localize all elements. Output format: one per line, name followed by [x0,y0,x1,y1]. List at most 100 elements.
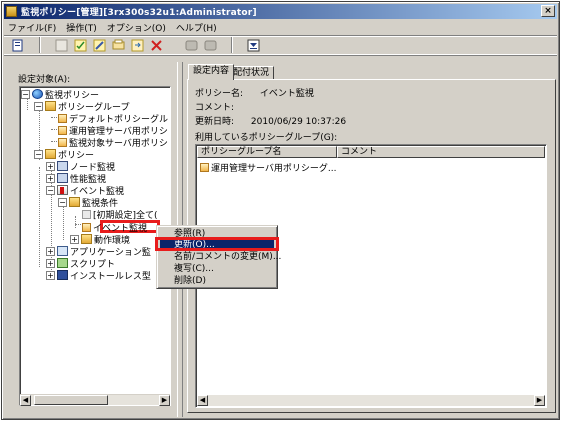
menu-options[interactable]: オプション(O) [107,21,166,34]
document-icon [82,222,91,232]
install-icon [57,270,68,280]
tree-item-default-policy-group[interactable]: デフォルトポリシーグル [58,112,168,125]
toolbar [4,35,557,55]
scroll-left-icon[interactable]: ◀ [20,394,31,406]
tree-item-installless[interactable]: + インストールレス型 [46,269,151,282]
tree-item-script[interactable]: + スクリプト [46,257,115,270]
tree-item-event-monitor-condition[interactable]: イベント監視 [82,221,148,234]
document-icon [58,137,67,147]
tree-item-application-monitor[interactable]: + アプリケーション監 [46,245,151,258]
delete-icon[interactable] [148,37,164,53]
list-horizontal-scrollbar[interactable]: ◀ ▶ [197,395,545,406]
context-menu: 参照(R) 更新(O)... 名前/コメントの変更(M)... 複写(C)...… [156,225,281,289]
expand-icon[interactable]: + [46,173,55,183]
monitor-icon [57,161,68,171]
column-group-name[interactable]: ポリシーグループ名 [197,146,337,158]
policy-group-icon [200,163,209,172]
menu-item-copy[interactable]: 複写(C)... [160,264,274,274]
policy-name-value: イベント監視 [259,89,314,99]
application-icon [57,246,68,256]
tree-item-target-server-policy[interactable]: 監視対象サーバ用ポリシ [58,136,168,149]
scroll-thumb[interactable] [34,395,108,405]
tree-item-monitor-conditions[interactable]: − 監視条件 [58,196,118,209]
expand-icon[interactable]: + [70,234,79,244]
tree-item-label: インストールレス型 [70,271,151,282]
tree-item-mgmt-server-policy[interactable]: 運用管理サーバ用ポリシ [58,124,168,137]
column-comment[interactable]: コメント [337,146,545,158]
list-item[interactable]: 運用管理サーバ用ポリシーグ... [200,161,337,174]
menu-help[interactable]: ヘルプ(H) [176,21,217,34]
updated-row: 更新日時: 2010/06/29 10:37:26 [195,114,346,127]
globe-icon [32,89,43,99]
tab-distribution-status[interactable]: 配付状況 [228,66,275,80]
script-icon [57,258,68,268]
menu-bar: ファイル(F) 操作(T) オプション(O) ヘルプ(H) [4,20,557,34]
policy-tree[interactable]: − 監視ポリシー − ポリシーグループ デフォルトポリシーグル 運用管理サーバ用… [19,86,171,406]
folder-icon [69,197,80,207]
tree-item-event-monitor[interactable]: − イベント監視 [46,184,124,197]
tree-item-operating-environment[interactable]: + 動作環境 [70,233,130,246]
collapse-icon[interactable]: − [21,89,30,99]
tab-settings[interactable]: 設定内容 [188,64,235,80]
close-button[interactable]: × [541,5,555,17]
menu-item-delete[interactable]: 削除(D) [160,276,274,286]
updated-label: 更新日時: [195,117,235,127]
document-icon [82,209,91,219]
tree-item-label: イベント監視 [93,223,148,234]
tree-horizontal-scrollbar[interactable]: ◀ ▶ [20,394,170,406]
tree-item-monitor-policy[interactable]: − 監視ポリシー [21,88,99,101]
target-label: 設定対象(A): [18,75,71,85]
expand-icon[interactable]: + [46,246,55,256]
scroll-right-icon[interactable]: ▶ [159,394,170,406]
tree-item-initial-setting[interactable]: [初期設定]全て( [82,208,158,221]
folder-icon [81,234,92,244]
menu-file[interactable]: ファイル(F) [8,21,56,34]
comment-row: コメント: [195,100,234,113]
folder-icon [45,149,56,159]
tree-item-policy[interactable]: − ポリシー [34,148,94,161]
app-icon [6,6,17,17]
tree-item-label: [初期設定]全て( [93,210,158,221]
properties-icon[interactable] [10,37,26,53]
tree-item-policy-group[interactable]: − ポリシーグループ [34,100,129,113]
collapse-icon[interactable]: − [46,185,55,195]
disk-icon[interactable] [183,37,199,53]
check-icon[interactable] [72,37,88,53]
list-item-name: 運用管理サーバ用ポリシーグ... [211,164,337,174]
collapse-icon[interactable]: − [34,101,43,111]
policy-name-row: ポリシー名: イベント監視 [195,86,314,99]
chart-icon [57,173,68,183]
scroll-left-icon[interactable]: ◀ [197,395,208,406]
expand-icon[interactable]: + [46,270,55,280]
collapse-icon[interactable]: − [58,197,67,207]
edit-icon[interactable] [91,37,107,53]
tree-item-node-monitor[interactable]: + ノード監視 [46,160,115,173]
export-icon[interactable] [129,37,145,53]
tree-item-performance-monitor[interactable]: + 性能監視 [46,172,106,185]
comment-label: コメント: [195,103,235,113]
menu-operation[interactable]: 操作(T) [66,21,97,34]
update-highlight-box [155,237,279,251]
document-icon [58,113,67,123]
event-icon [57,185,68,195]
menu-item-rename[interactable]: 名前/コメントの変更(M)... [160,252,281,262]
toolbar-separator [39,37,41,53]
expand-icon[interactable]: + [46,258,55,268]
list-icon[interactable] [53,37,69,53]
document-icon [58,125,67,135]
groups-label: 利用しているポリシーグループ(G): [195,133,338,143]
print-icon[interactable] [110,37,126,53]
updated-value: 2010/06/29 10:37:26 [250,117,347,127]
list-header: ポリシーグループ名 コメント [197,146,545,158]
title-bar[interactable]: 監視ポリシー[管理][3rx300s32u1:Administrator] × [4,4,557,19]
folder-icon [45,101,56,111]
main-window: 監視ポリシー[管理][3rx300s32u1:Administrator] × … [1,1,560,420]
scroll-right-icon[interactable]: ▶ [534,395,545,406]
collapse-icon[interactable]: − [34,149,43,159]
policy-name-label: ポリシー名: [195,89,244,99]
filter-icon[interactable] [245,37,261,53]
back-icon[interactable] [202,37,218,53]
expand-icon[interactable]: + [46,161,55,171]
toolbar-separator [231,37,233,53]
window-title: 監視ポリシー[管理][3rx300s32u1:Administrator] [21,8,257,18]
